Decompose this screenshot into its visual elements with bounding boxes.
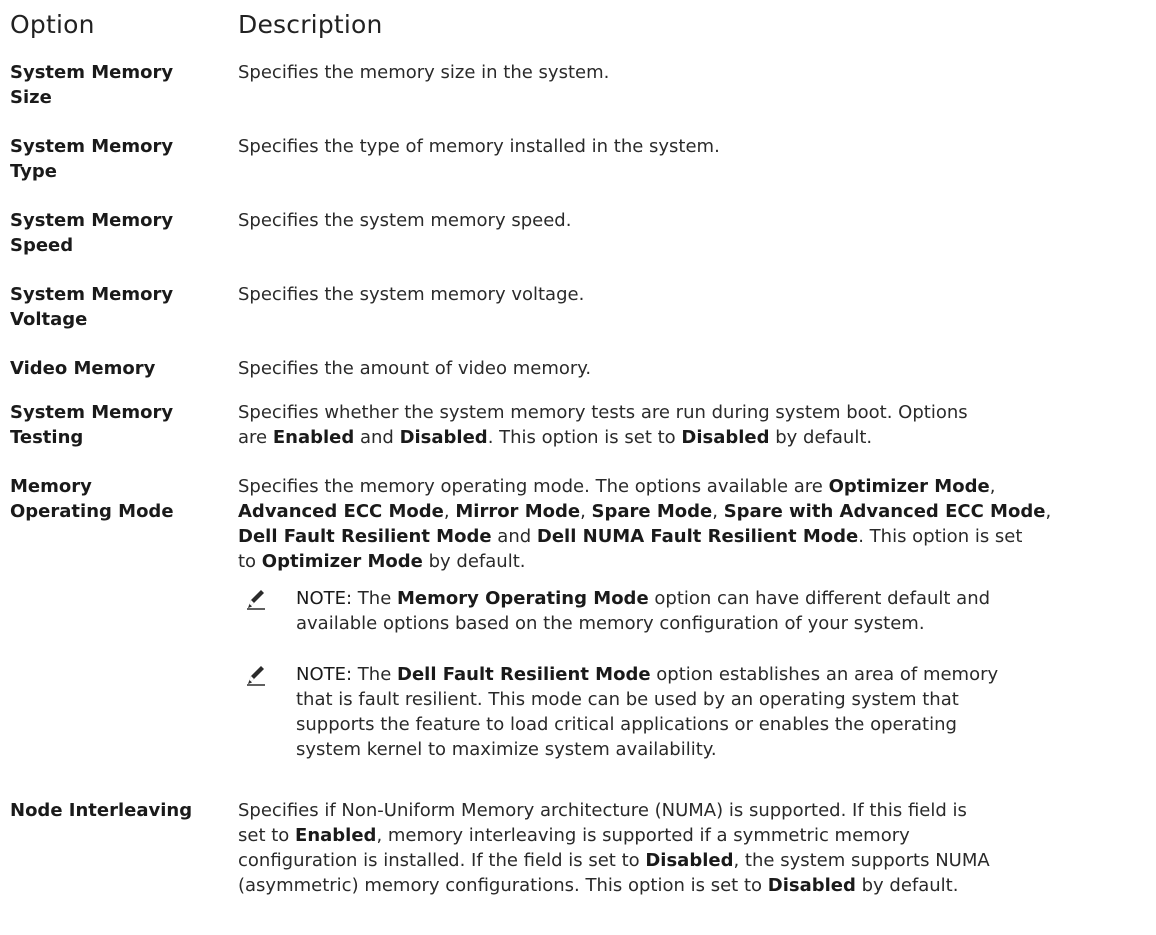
column-header-description: Description: [238, 10, 383, 39]
pencil-note-icon: [247, 590, 265, 610]
option-description: Specifies the memory size in the system.: [238, 62, 610, 83]
option-name: Memory Operating Mode: [10, 476, 174, 522]
note-line: available options based on the memory co…: [296, 611, 1156, 636]
option-name: Video Memory: [10, 358, 156, 379]
note-line: NOTE: The Dell Fault Resilient Mode opti…: [296, 662, 1156, 687]
option-description: Specifies the memory operating mode. The…: [238, 474, 1150, 574]
emphasized-term: Enabled: [295, 825, 377, 846]
description-line: to Optimizer Mode by default.: [238, 549, 1150, 574]
text-fragment: ,: [712, 501, 724, 522]
emphasized-term: Optimizer Mode: [261, 551, 423, 572]
option-description: Specifies if Non-Uniform Memory architec…: [238, 798, 1150, 898]
text-fragment: ,: [443, 501, 456, 522]
text-fragment: system kernel to maximize system availab…: [296, 739, 717, 760]
emphasized-term: Optimizer Mode: [828, 476, 990, 497]
description-line: set to Enabled, memory interleaving is s…: [238, 823, 1150, 848]
text-fragment: , the system supports NUMA: [733, 850, 990, 871]
option-description: Specifies the type of memory installed i…: [238, 136, 720, 157]
emphasized-term: Mirror Mode: [455, 501, 581, 522]
pencil-note-icon: [247, 666, 265, 686]
text-fragment: and: [491, 526, 537, 547]
note-label: NOTE:: [296, 588, 353, 609]
text-fragment: ,: [1045, 501, 1052, 522]
emphasized-term: Spare Mode: [591, 501, 713, 522]
option-name: System Memory Speed: [10, 210, 174, 256]
option-name: Node Interleaving: [10, 800, 193, 821]
option-description: Specifies the amount of video memory.: [238, 358, 592, 379]
text-fragment: option can have different default and: [648, 588, 991, 609]
emphasized-term: Memory Operating Mode: [397, 588, 649, 609]
text-fragment: that is fault resilient. This mode can b…: [296, 689, 959, 710]
description-line: Dell Fault Resilient Mode and Dell NUMA …: [238, 524, 1150, 549]
emphasized-term: Spare with Advanced ECC Mode: [723, 501, 1046, 522]
emphasized-term: Disabled: [645, 850, 734, 871]
text-fragment: option establishes an area of memory: [650, 664, 999, 685]
column-header-option: Option: [10, 10, 95, 39]
emphasized-term: Dell Fault Resilient Mode: [238, 526, 492, 547]
text-fragment: configuration is installed. If the field…: [238, 850, 646, 871]
note-line: system kernel to maximize system availab…: [296, 737, 1156, 762]
note-text: NOTE: The Memory Operating Mode option c…: [296, 586, 1156, 636]
note-line: NOTE: The Memory Operating Mode option c…: [296, 586, 1156, 611]
option-name: System Memory Size: [10, 62, 174, 108]
text-fragment: . This option is set: [858, 526, 1023, 547]
emphasized-term: Dell Fault Resilient Mode: [397, 664, 651, 685]
description-line: Specifies if Non-Uniform Memory architec…: [238, 800, 967, 821]
note-line: supports the feature to load critical ap…: [296, 712, 1156, 737]
text-fragment: set to: [238, 825, 296, 846]
note-label: NOTE:: [296, 664, 353, 685]
text-fragment: The: [352, 664, 397, 685]
text-fragment: to: [238, 551, 262, 572]
text-fragment: and: [354, 427, 400, 448]
emphasized-term: Disabled: [681, 427, 770, 448]
description-line: configuration is installed. If the field…: [238, 848, 1150, 873]
option-name: System Memory Type: [10, 136, 174, 182]
emphasized-term: Enabled: [272, 427, 355, 448]
bios-memory-settings-page: Option Description System Memory Size Sp…: [0, 0, 1156, 935]
emphasized-term: Disabled: [399, 427, 488, 448]
description-line: are Enabled and Disabled. This option is…: [238, 425, 1150, 450]
text-fragment: are: [238, 427, 273, 448]
text-fragment: (asymmetric) memory configurations. This…: [238, 875, 768, 896]
description-line: (asymmetric) memory configurations. This…: [238, 873, 1150, 898]
emphasized-term: Advanced ECC Mode: [238, 501, 444, 522]
text-fragment: ,: [989, 476, 996, 497]
option-name: System Memory Voltage: [10, 284, 174, 330]
option-description: Specifies whether the system memory test…: [238, 400, 1150, 450]
description-line: Advanced ECC Mode, Mirror Mode, Spare Mo…: [238, 499, 1150, 524]
text-fragment: available options based on the memory co…: [296, 613, 925, 634]
note-line: that is fault resilient. This mode can b…: [296, 687, 1156, 712]
text-fragment: Specifies the memory operating mode. The…: [238, 476, 829, 497]
text-fragment: ,: [580, 501, 592, 522]
option-name: System Memory Testing: [10, 402, 174, 448]
text-fragment: by default.: [422, 551, 526, 572]
text-fragment: The: [352, 588, 397, 609]
emphasized-term: Disabled: [767, 875, 856, 896]
text-fragment: supports the feature to load critical ap…: [296, 714, 957, 735]
text-fragment: by default.: [769, 427, 873, 448]
text-fragment: , memory interleaving is supported if a …: [376, 825, 910, 846]
note-text: NOTE: The Dell Fault Resilient Mode opti…: [296, 662, 1156, 762]
option-description: Specifies the system memory voltage.: [238, 284, 585, 305]
text-fragment: by default.: [855, 875, 959, 896]
description-line: Specifies whether the system memory test…: [238, 402, 968, 423]
option-description: Specifies the system memory speed.: [238, 210, 572, 231]
text-fragment: . This option is set to: [487, 427, 682, 448]
emphasized-term: Dell NUMA Fault Resilient Mode: [536, 526, 859, 547]
description-line: Specifies the memory operating mode. The…: [238, 474, 1150, 499]
